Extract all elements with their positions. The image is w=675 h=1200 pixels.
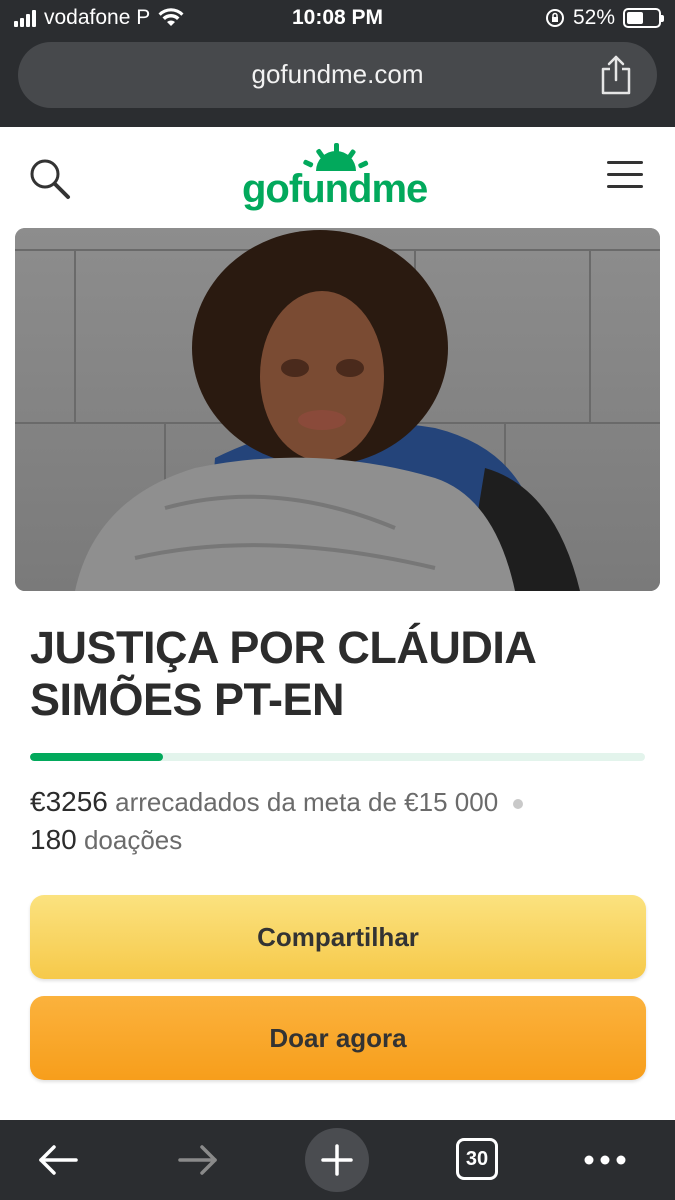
forward-button[interactable] — [170, 1120, 226, 1200]
browser-chrome-top: vodafone P 10:08 PM 52% gofundme.com — [0, 0, 675, 127]
more-icon — [584, 1155, 626, 1165]
plus-icon — [321, 1144, 353, 1176]
campaign-photo — [15, 228, 660, 591]
donations-summary: 180 doações — [30, 824, 182, 856]
separator-dot — [513, 799, 524, 810]
donations-count: 180 — [30, 824, 77, 855]
donate-button[interactable]: Doar agora — [30, 996, 646, 1080]
progress-fill — [30, 753, 164, 761]
share-icon[interactable] — [597, 54, 635, 96]
more-button[interactable] — [580, 1120, 630, 1200]
back-button[interactable] — [30, 1120, 86, 1200]
logo-text: gofundme — [242, 167, 428, 211]
address-bar[interactable]: gofundme.com — [18, 42, 657, 108]
rotation-lock-icon — [545, 9, 564, 27]
tab-switcher-button[interactable]: 30 — [456, 1138, 498, 1180]
back-arrow-icon — [39, 1145, 78, 1175]
raised-summary: €3256 arrecadados da meta de €15 000 — [30, 786, 524, 818]
new-tab-button[interactable] — [305, 1128, 369, 1192]
forward-arrow-icon — [178, 1145, 217, 1175]
search-icon[interactable] — [28, 157, 72, 201]
status-bar: vodafone P 10:08 PM 52% — [0, 0, 675, 38]
campaign-title: JUSTIÇA POR CLÁUDIA SIMÕES PT-EN — [30, 622, 535, 725]
browser-toolbar: 30 — [0, 1120, 675, 1200]
site-header: gofundme — [0, 127, 675, 227]
raised-text: arrecadados da meta de €15 000 — [115, 787, 499, 817]
menu-icon[interactable] — [607, 161, 643, 191]
campaign-hero-image — [15, 228, 660, 591]
donations-label: doações — [83, 825, 183, 855]
raised-amount: €3256 — [30, 786, 108, 817]
url-text[interactable]: gofundme.com — [18, 59, 657, 90]
progress-bar — [30, 753, 645, 761]
gofundme-logo[interactable]: gofundme — [238, 141, 438, 211]
share-button[interactable]: Compartilhar — [30, 895, 646, 979]
battery-percent: 52% — [572, 6, 615, 29]
status-right: 52% — [545, 6, 664, 30]
battery-icon — [623, 8, 664, 28]
